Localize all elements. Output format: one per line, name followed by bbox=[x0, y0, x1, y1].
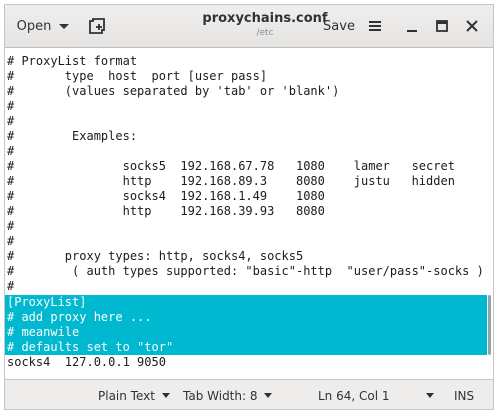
editor-line: # proxy types: http, socks4, socks5 bbox=[7, 249, 304, 263]
editor-line: # Examples: bbox=[7, 129, 138, 143]
editor-line: # bbox=[7, 114, 15, 128]
tab-width-selector[interactable]: Tab Width: 8 bbox=[183, 380, 273, 409]
editor-line-selected: # add proxy here ... bbox=[7, 310, 152, 324]
new-document-icon[interactable] bbox=[87, 16, 107, 36]
editor-line: # type host port [user pass] bbox=[7, 69, 268, 83]
chevron-down-icon bbox=[264, 393, 273, 398]
cursor-position-selector[interactable]: Ln 64, Col 1 bbox=[318, 380, 434, 409]
chevron-down-icon bbox=[59, 23, 70, 29]
editor-line: # socks5 192.168.67.78 1080 lamer secret bbox=[7, 159, 455, 173]
cursor-position-label: Ln 64, Col 1 bbox=[318, 388, 390, 403]
editor-line: # ProxyList format bbox=[7, 54, 138, 68]
editor-line: # bbox=[7, 219, 15, 233]
scrollbar-thumb[interactable] bbox=[488, 295, 491, 355]
editor-line: # http 192.168.39.93 8080 bbox=[7, 204, 325, 218]
editor-line: # (values separated by 'tab' or 'blank') bbox=[7, 84, 340, 98]
editor-line: # bbox=[7, 279, 15, 293]
tab-width-label: Tab Width: 8 bbox=[183, 388, 258, 403]
save-button[interactable]: Save bbox=[317, 12, 361, 40]
header-bar: Open proxychains.conf /etc Save bbox=[5, 5, 493, 48]
editor-line: socks4 127.0.0.1 9050 bbox=[7, 355, 166, 369]
editor-line-selected: [ProxyList] bbox=[7, 295, 87, 309]
minimize-icon[interactable] bbox=[403, 17, 421, 35]
insert-mode-indicator[interactable]: INS bbox=[454, 380, 475, 409]
maximize-icon[interactable] bbox=[433, 17, 451, 35]
language-label: Plain Text bbox=[98, 388, 155, 403]
gedit-window: Open proxychains.conf /etc Save # ProxyL… bbox=[4, 4, 494, 410]
open-button-label: Open bbox=[16, 18, 52, 34]
editor-line-selected: # meanwile bbox=[7, 325, 80, 339]
open-button[interactable]: Open bbox=[12, 12, 74, 40]
editor-line: # bbox=[7, 144, 15, 158]
editor-line: # http 192.168.89.3 8080 justu hidden bbox=[7, 174, 455, 188]
editor-line-selected: # defaults set to "tor" bbox=[7, 340, 174, 354]
chevron-down-icon bbox=[161, 393, 170, 398]
editor-line: # socks4 192.168.1.49 1080 bbox=[7, 189, 325, 203]
text-editor[interactable]: # ProxyList format # type host port [use… bbox=[5, 49, 493, 378]
insert-mode-label: INS bbox=[454, 388, 475, 403]
status-bar: Plain Text Tab Width: 8 Ln 64, Col 1 INS bbox=[5, 379, 493, 409]
close-icon[interactable] bbox=[463, 17, 481, 35]
editor-line: # bbox=[7, 234, 15, 248]
language-selector[interactable]: Plain Text bbox=[98, 380, 170, 409]
hamburger-menu-icon[interactable] bbox=[366, 17, 384, 35]
editor-line: # ( auth types supported: "basic"-http "… bbox=[7, 264, 484, 278]
editor-line: # bbox=[7, 99, 15, 113]
chevron-down-icon bbox=[425, 393, 434, 398]
